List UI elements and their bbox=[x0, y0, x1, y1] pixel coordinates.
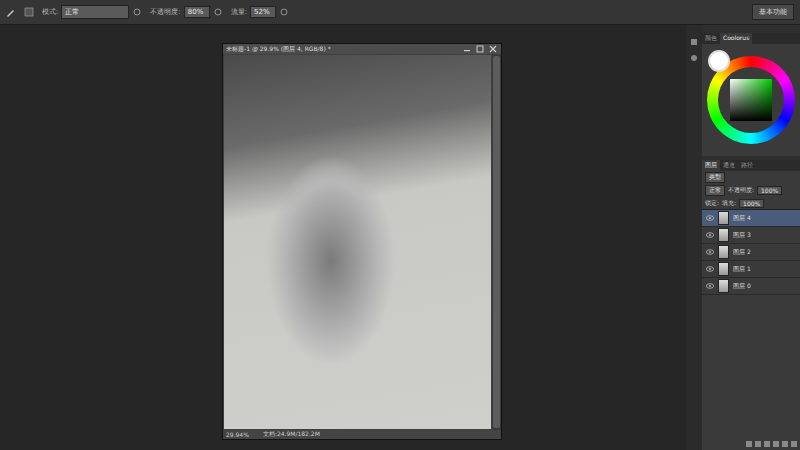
layer-action-icon[interactable] bbox=[764, 441, 770, 447]
layer-action-icon[interactable] bbox=[755, 441, 761, 447]
option-field[interactable]: 模式:正常 bbox=[42, 5, 142, 19]
layer-filter[interactable]: 类型 bbox=[705, 172, 725, 183]
panel-icon-strip bbox=[686, 25, 702, 450]
option-label: 流量: bbox=[231, 7, 247, 17]
layer-action-icon[interactable] bbox=[746, 441, 752, 447]
layer-thumbnail bbox=[718, 245, 729, 259]
visibility-eye-icon[interactable] bbox=[706, 232, 714, 238]
layer-thumbnail bbox=[718, 211, 729, 225]
pressure-icon[interactable] bbox=[279, 7, 289, 17]
layer-row[interactable]: 图层 3 bbox=[702, 227, 800, 244]
option-label: 模式: bbox=[42, 7, 58, 17]
close-icon[interactable] bbox=[488, 44, 498, 54]
layer-row[interactable]: 图层 2 bbox=[702, 244, 800, 261]
option-label: 不透明度: bbox=[150, 7, 180, 17]
history-icon[interactable] bbox=[689, 37, 699, 47]
status-bar: 29.94% 文档:24.9M/182.2M bbox=[223, 430, 501, 439]
layer-action-icon[interactable] bbox=[782, 441, 788, 447]
lock-label: 锁定: bbox=[705, 199, 719, 208]
option-value[interactable]: 52% bbox=[250, 6, 276, 18]
options-bar: 模式:正常不透明度:80%流量:52%基本功能 bbox=[0, 0, 800, 25]
opacity-value[interactable]: 100% bbox=[757, 186, 782, 195]
layer-action-icon[interactable] bbox=[791, 441, 797, 447]
zoom-level[interactable]: 29.94% bbox=[226, 431, 249, 438]
panel-tab[interactable]: 图层 bbox=[702, 160, 720, 171]
workspace-button[interactable]: 基本功能 bbox=[752, 4, 794, 20]
option-value[interactable]: 正常 bbox=[61, 5, 129, 19]
visibility-eye-icon[interactable] bbox=[706, 283, 714, 289]
layer-thumbnail bbox=[718, 228, 729, 242]
document-size: 文档:24.9M/182.2M bbox=[263, 430, 320, 439]
layer-row[interactable]: 图层 1 bbox=[702, 261, 800, 278]
current-color-swatch[interactable] bbox=[708, 50, 730, 72]
document-title: 未标题-1 @ 29.9% (图层 4, RGB/8) * bbox=[226, 45, 459, 54]
visibility-eye-icon[interactable] bbox=[706, 266, 714, 272]
layer-action-icon[interactable] bbox=[773, 441, 779, 447]
layer-name: 图层 2 bbox=[733, 248, 751, 257]
panel-tab[interactable]: 路径 bbox=[738, 160, 756, 171]
brush-preset-icon[interactable] bbox=[24, 7, 34, 17]
restore-icon[interactable] bbox=[475, 44, 485, 54]
saturation-square[interactable] bbox=[730, 79, 772, 121]
layer-name: 图层 0 bbox=[733, 282, 751, 291]
brush-icon[interactable] bbox=[6, 7, 16, 17]
layer-thumbnail bbox=[718, 262, 729, 276]
option-field[interactable]: 流量:52% bbox=[231, 6, 289, 18]
workspace: 未标题-1 @ 29.9% (图层 4, RGB/8) * 29.94% 文档:24… bbox=[0, 25, 686, 450]
option-value[interactable]: 80% bbox=[184, 6, 210, 18]
properties-icon[interactable] bbox=[689, 53, 699, 63]
photoshop-window: 模式:正常不透明度:80%流量:52%基本功能未标题-1 @ 29.9% (图层… bbox=[0, 0, 800, 450]
fill-value[interactable]: 100% bbox=[739, 199, 764, 208]
minimize-icon[interactable] bbox=[462, 44, 472, 54]
layer-name: 图层 4 bbox=[733, 214, 751, 223]
panel-tab[interactable]: 通道 bbox=[720, 160, 738, 171]
pressure-icon[interactable] bbox=[213, 7, 223, 17]
layers-panel: 图层通道路径类型正常不透明度:100%锁定:填充:100%图层 4图层 3图层 … bbox=[702, 160, 800, 450]
canvas-painting[interactable] bbox=[224, 55, 491, 429]
fill-label: 填充: bbox=[722, 199, 736, 208]
panel-tab[interactable]: 颜色 bbox=[702, 33, 720, 44]
layer-row[interactable]: 图层 4 bbox=[702, 210, 800, 227]
layer-thumbnail bbox=[718, 279, 729, 293]
blend-mode[interactable]: 正常 bbox=[705, 185, 725, 196]
color-panel: 颜色Coolorus bbox=[702, 33, 800, 156]
vertical-scrollbar[interactable] bbox=[492, 54, 501, 430]
layer-row[interactable]: 图层 0 bbox=[702, 278, 800, 295]
document-tab[interactable]: 未标题-1 @ 29.9% (图层 4, RGB/8) * bbox=[223, 44, 501, 54]
option-field[interactable]: 不透明度: 80% bbox=[150, 6, 222, 18]
layer-name: 图层 3 bbox=[733, 231, 751, 240]
pressure-icon[interactable] bbox=[132, 7, 142, 17]
layer-name: 图层 1 bbox=[733, 265, 751, 274]
visibility-eye-icon[interactable] bbox=[706, 215, 714, 221]
visibility-eye-icon[interactable] bbox=[706, 249, 714, 255]
opacity-label: 不透明度: bbox=[728, 186, 754, 195]
panel-tab[interactable]: Coolorus bbox=[720, 33, 752, 44]
document-window: 未标题-1 @ 29.9% (图层 4, RGB/8) * 29.94% 文档:24… bbox=[222, 43, 502, 440]
